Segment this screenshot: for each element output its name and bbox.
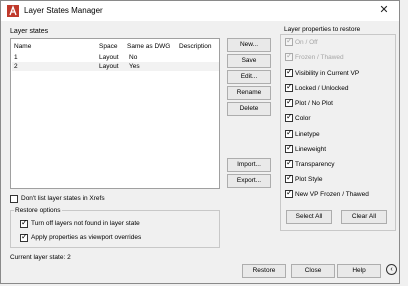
layer-states-manager-dialog: Layer States Manager ✕ Layer states Name… xyxy=(0,0,400,284)
frozen-thawed-checkbox[interactable] xyxy=(285,51,293,61)
column-header-space[interactable]: Space xyxy=(99,43,117,50)
help-button[interactable]: Help xyxy=(337,264,381,278)
dont-list-xrefs-label: Don't list layer states in Xrefs xyxy=(21,195,105,202)
dont-list-xrefs-checkbox[interactable] xyxy=(10,195,18,203)
locked-unlocked-label: Locked / Unlocked xyxy=(295,85,349,92)
visibility-current-vp-checkbox[interactable] xyxy=(285,67,293,77)
plot-no-plot-label: Plot / No Plot xyxy=(295,100,333,107)
edit-button[interactable]: Edit... xyxy=(227,70,271,84)
row-same-as-dwg: Yes xyxy=(129,63,140,70)
new-vp-frozen-thawed-label: New VP Frozen / Thawed xyxy=(295,191,369,198)
new-vp-frozen-thawed-checkbox[interactable] xyxy=(285,188,293,198)
lineweight-checkbox[interactable] xyxy=(285,143,293,153)
layer-states-list[interactable]: Name Space Same as DWG Description 1 Lay… xyxy=(10,38,220,189)
lineweight-label: Lineweight xyxy=(295,146,327,153)
import-button[interactable]: Import... xyxy=(227,158,271,172)
plot-no-plot-checkbox[interactable] xyxy=(285,97,293,107)
table-row[interactable]: 2 Layout Yes xyxy=(12,62,219,71)
apply-viewport-overrides-label: Apply properties as viewport overrides xyxy=(31,234,142,241)
transparency-checkbox[interactable] xyxy=(285,158,293,168)
linetype-label: Linetype xyxy=(295,131,320,138)
frozen-thawed-label: Frozen / Thawed xyxy=(295,54,344,61)
export-button[interactable]: Export... xyxy=(227,174,271,188)
row-name: 1 xyxy=(14,54,18,61)
column-header-same-as-dwg[interactable]: Same as DWG xyxy=(127,43,170,50)
delete-button[interactable]: Delete xyxy=(227,102,271,116)
turn-off-layers-label: Turn off layers not found in layer state xyxy=(31,220,140,227)
select-all-button[interactable]: Select All xyxy=(286,210,332,224)
restore-options-group xyxy=(10,210,220,248)
visibility-current-vp-label: Visibility in Current VP xyxy=(295,70,360,77)
row-space: Layout xyxy=(99,63,119,70)
locked-unlocked-checkbox[interactable] xyxy=(285,82,293,92)
title-bar: Layer States Manager ✕ xyxy=(1,1,399,21)
turn-off-layers-checkbox[interactable] xyxy=(20,218,28,228)
layer-states-label: Layer states xyxy=(10,28,49,35)
column-header-name[interactable]: Name xyxy=(14,43,31,50)
restore-button[interactable]: Restore xyxy=(242,264,286,278)
window-title: Layer States Manager xyxy=(24,6,103,15)
plot-style-label: Plot Style xyxy=(295,176,323,183)
on-off-checkbox[interactable] xyxy=(285,36,293,46)
rename-button[interactable]: Rename xyxy=(227,86,271,100)
color-checkbox[interactable] xyxy=(285,112,293,122)
collapse-panel-icon[interactable]: ‹ xyxy=(386,264,397,275)
row-same-as-dwg: No xyxy=(129,54,138,61)
apply-viewport-overrides-checkbox[interactable] xyxy=(20,232,28,242)
save-button[interactable]: Save xyxy=(227,54,271,68)
new-button[interactable]: New... xyxy=(227,38,271,52)
plot-style-checkbox[interactable] xyxy=(285,173,293,183)
properties-to-restore-label: Layer properties to restore xyxy=(284,26,361,33)
on-off-label: On / Off xyxy=(295,39,318,46)
transparency-label: Transparency xyxy=(295,161,335,168)
clear-all-button[interactable]: Clear All xyxy=(341,210,387,224)
column-header-description[interactable]: Description xyxy=(179,43,212,50)
close-button[interactable]: Close xyxy=(291,264,335,278)
current-layer-state: Current layer state: 2 xyxy=(10,254,71,261)
close-window-icon[interactable]: ✕ xyxy=(374,3,394,17)
row-space: Layout xyxy=(99,54,119,61)
row-name: 2 xyxy=(14,63,18,70)
table-row[interactable]: 1 Layout No xyxy=(12,53,219,62)
autocad-app-icon xyxy=(7,5,19,17)
restore-options-label: Restore options xyxy=(14,207,62,214)
color-label: Color xyxy=(295,115,311,122)
linetype-checkbox[interactable] xyxy=(285,128,293,138)
